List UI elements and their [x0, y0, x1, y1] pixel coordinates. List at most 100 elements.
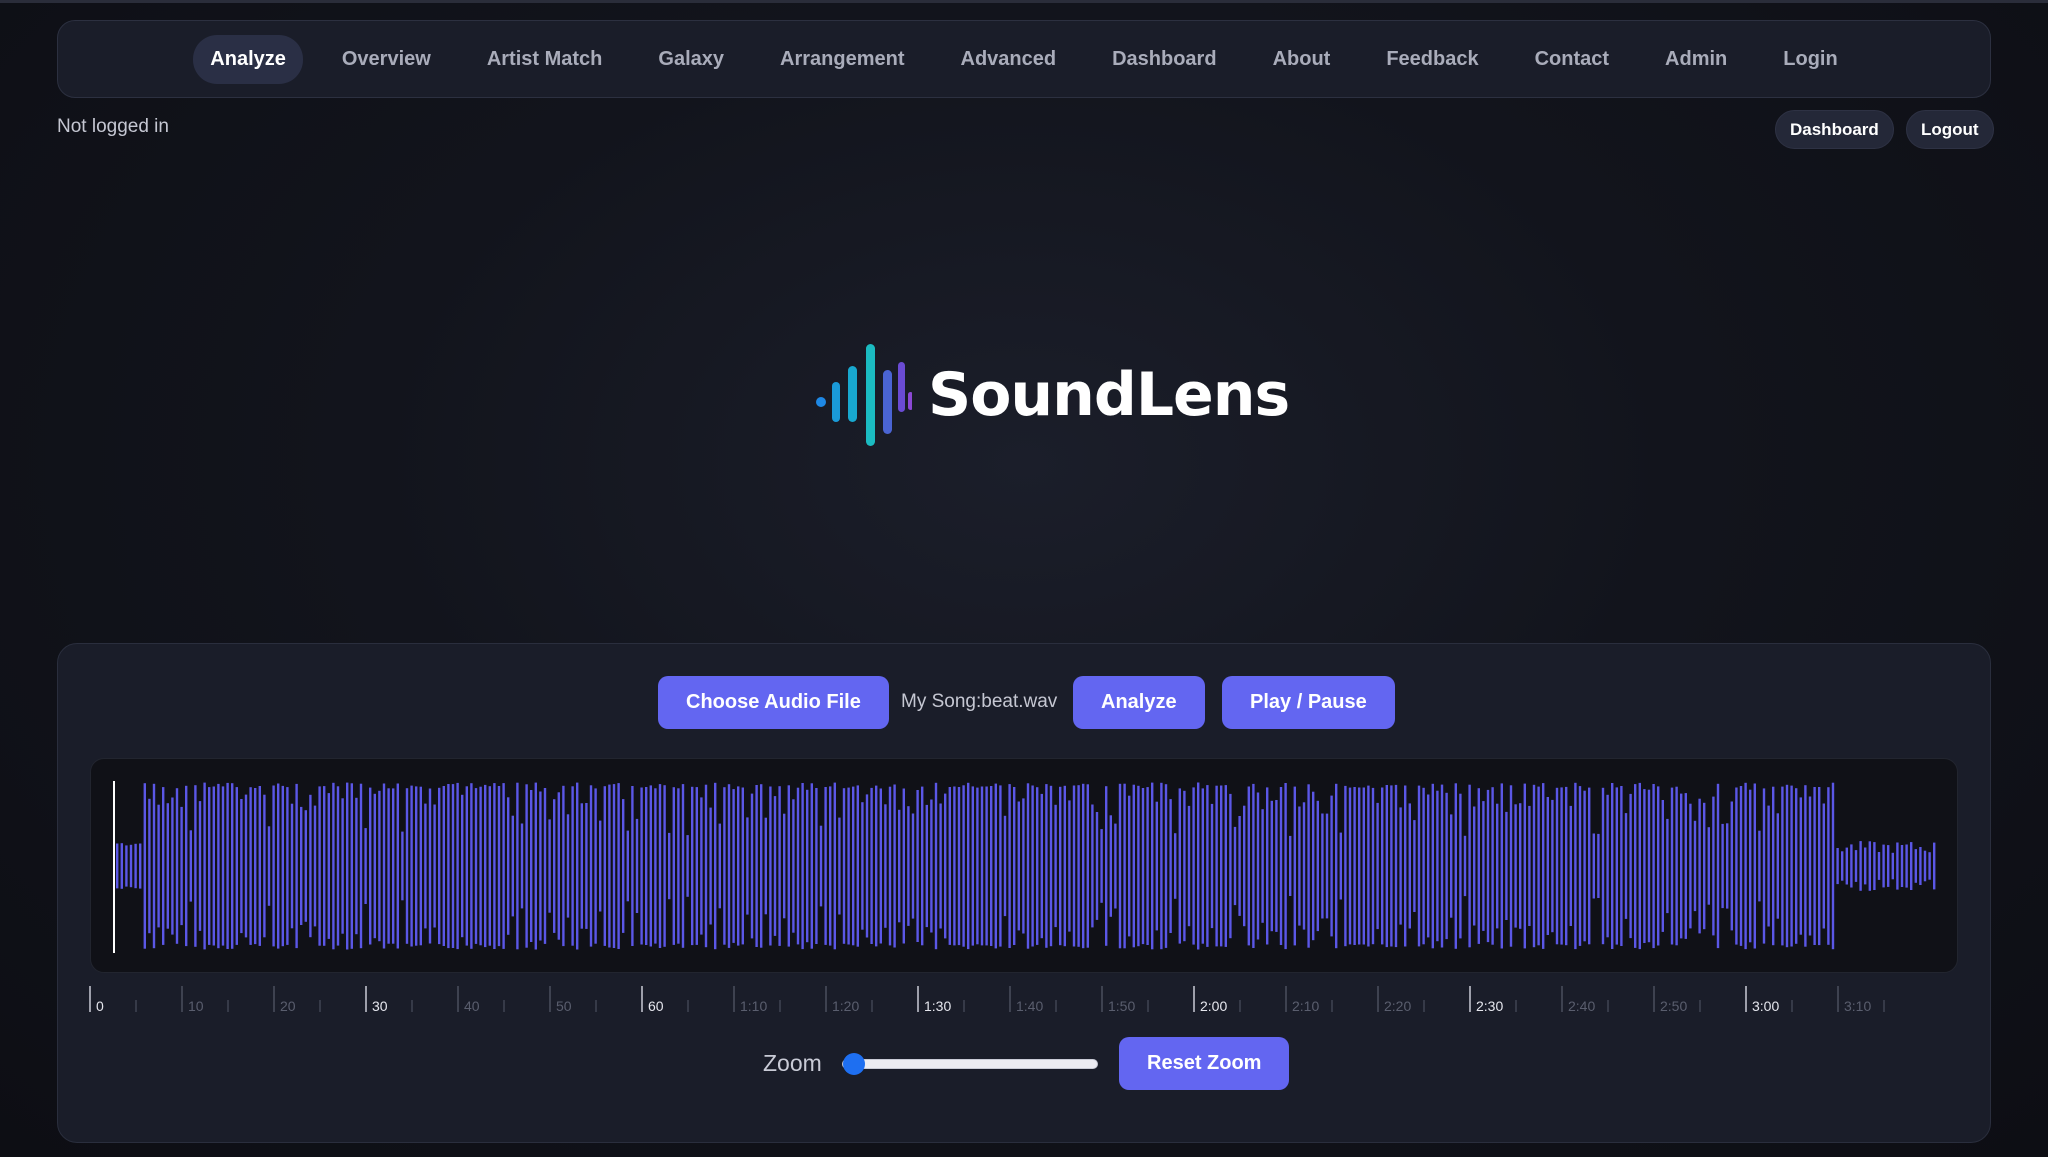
waveform-bar — [258, 786, 261, 946]
waveform-bar — [1118, 783, 1122, 949]
reset-zoom-button[interactable]: Reset Zoom — [1119, 1037, 1290, 1090]
nav-galaxy[interactable]: Galaxy — [641, 35, 741, 84]
waveform-bar — [405, 788, 409, 944]
nav-advanced[interactable]: Advanced — [944, 35, 1074, 84]
waveform-bar — [1312, 791, 1315, 941]
nav-admin[interactable]: Admin — [1648, 35, 1744, 84]
waveform-bar — [1427, 794, 1430, 938]
waveform-bar — [1008, 784, 1011, 948]
waveform-bar — [1298, 806, 1301, 926]
waveform-bar — [603, 786, 606, 946]
waveform-bar — [148, 798, 151, 934]
nav-artist-match[interactable]: Artist Match — [470, 35, 620, 84]
waveform-bar — [1845, 847, 1848, 885]
waveform-bar — [1836, 848, 1839, 885]
waveform-bar — [341, 798, 344, 934]
waveform-bar — [1900, 845, 1904, 887]
timeline-label: 2:10 — [1292, 998, 1319, 1014]
waveform-bar — [1224, 785, 1227, 947]
waveform-bar — [925, 804, 928, 928]
waveform-bar — [254, 788, 257, 945]
waveform-bar — [1325, 813, 1329, 919]
waveform-bar — [589, 785, 593, 947]
waveform-bar — [1344, 785, 1347, 947]
waveform-bar — [1013, 787, 1016, 945]
waveform-bar — [622, 799, 625, 933]
waveform-bar — [976, 787, 979, 945]
waveform-bar — [267, 826, 271, 906]
waveform-bar — [428, 788, 432, 944]
timeline-label: 1:40 — [1016, 998, 1043, 1014]
nav-feedback[interactable]: Feedback — [1369, 35, 1495, 84]
waveform-bar — [1868, 841, 1871, 891]
waveform-bar — [1753, 783, 1756, 949]
waveform-bar — [1399, 807, 1402, 925]
waveform-bar — [1068, 800, 1071, 932]
waveform-bar — [1417, 785, 1421, 947]
waveform-bar — [1362, 787, 1365, 945]
waveform-bar — [1583, 790, 1586, 942]
playhead[interactable] — [113, 781, 115, 953]
waveform-bar — [1776, 813, 1779, 919]
waveform-bar — [658, 784, 662, 948]
waveform-bar — [1542, 783, 1545, 949]
waveform-bar — [203, 782, 206, 950]
waveform-bar — [378, 790, 381, 942]
zoom-slider[interactable] — [842, 1052, 1098, 1076]
waveform-bar — [1371, 787, 1375, 945]
waveform[interactable] — [91, 759, 1958, 973]
waveform-bar — [525, 784, 528, 948]
nav-analyze[interactable]: Analyze — [193, 34, 303, 84]
waveform-bar — [1877, 852, 1881, 880]
waveform-bar — [1381, 787, 1384, 945]
waveform-bar — [921, 786, 924, 946]
waveform-bar — [1781, 786, 1784, 946]
nav-dashboard[interactable]: Dashboard — [1095, 35, 1233, 84]
waveform-bar — [654, 788, 657, 944]
waveform-bar — [1638, 782, 1641, 950]
waveform-bar — [125, 845, 128, 887]
dashboard-button[interactable]: Dashboard — [1775, 110, 1894, 149]
waveform-view[interactable] — [90, 758, 1958, 973]
waveform-bar — [185, 785, 188, 947]
waveform-bar — [1123, 783, 1126, 949]
waveform-bar — [1818, 787, 1821, 946]
play-pause-button[interactable]: Play / Pause — [1222, 676, 1395, 729]
waveform-bar — [217, 783, 220, 949]
zoom-slider-track[interactable] — [842, 1059, 1098, 1069]
waveform-bar — [819, 825, 823, 907]
waveform-bar — [1606, 794, 1609, 938]
waveform-bar — [1187, 805, 1191, 927]
zoom-slider-thumb[interactable] — [843, 1053, 865, 1075]
waveform-bar — [681, 784, 685, 948]
waveform-bar — [1059, 786, 1062, 946]
nav-overview[interactable]: Overview — [325, 35, 448, 84]
nav-contact[interactable]: Contact — [1518, 35, 1626, 84]
timeline-label: 2:00 — [1200, 998, 1227, 1014]
timeline-label: 20 — [280, 998, 296, 1014]
brand-name: SoundLens — [928, 360, 1290, 430]
waveform-bar — [1408, 803, 1411, 929]
waveform-bar — [277, 783, 280, 949]
choose-audio-file-button[interactable]: Choose Audio File — [658, 676, 889, 729]
waveform-bar — [1279, 787, 1283, 945]
analyze-button[interactable]: Analyze — [1073, 676, 1205, 729]
waveform-bar — [1128, 795, 1131, 937]
waveform-bar — [511, 815, 514, 917]
waveform-bar — [392, 788, 395, 944]
waveform-bar — [1827, 787, 1830, 945]
waveform-bar — [1358, 787, 1361, 945]
waveform-bar — [1256, 792, 1260, 940]
waveform-bar — [1891, 852, 1894, 880]
waveform-bar — [1680, 793, 1683, 939]
nav-about[interactable]: About — [1256, 35, 1348, 84]
waveform-bar — [1183, 790, 1186, 942]
waveform-bar — [1151, 782, 1154, 950]
nav-login[interactable]: Login — [1766, 35, 1854, 84]
nav-arrangement[interactable]: Arrangement — [763, 35, 921, 84]
waveform-bar — [1316, 800, 1319, 932]
waveform-bar — [1022, 798, 1025, 934]
logout-button[interactable]: Logout — [1906, 110, 1994, 149]
waveform-bar — [1003, 815, 1007, 917]
waveform-bar — [516, 782, 519, 950]
